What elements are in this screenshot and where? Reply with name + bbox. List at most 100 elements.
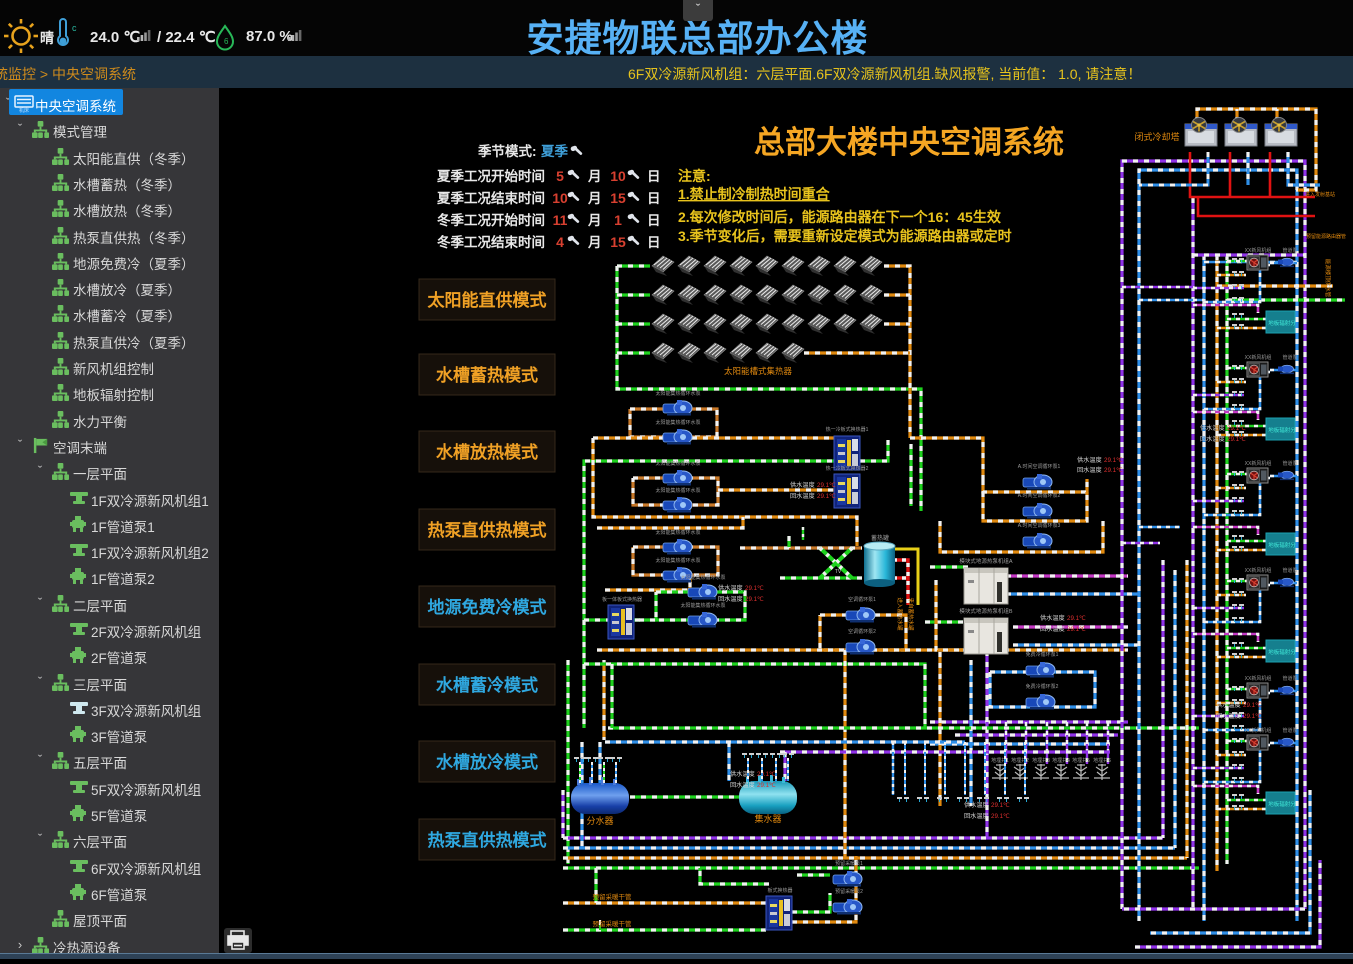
svg-text:夏季工况开始时间: 夏季工况开始时间 [436,168,545,184]
svg-text:29.1℃: 29.1℃ [991,813,1010,820]
svg-text:管道泵: 管道泵 [1282,247,1297,254]
svg-text:XX新风机组: XX新风机组 [1245,247,1272,254]
svg-text:地埋井1: 地埋井1 [991,757,1009,764]
svg-text:地板辐射分: 地板辐射分 [1268,648,1296,656]
svg-text:太阳能集热循环水泵: 太阳能集热循环水泵 [655,529,700,536]
svg-text:来自蓄热水罐: 来自蓄热水罐 [907,597,915,631]
svg-text:供水温度: 供水温度 [718,584,743,592]
svg-text:29.1℃: 29.1℃ [817,482,836,489]
svg-text:季节模式:: 季节模式: [477,143,537,159]
svg-text:模块式地源热泵机组B: 模块式地源热泵机组B [959,607,1013,615]
svg-text:太阳能集热循环水泵: 太阳能集热循环水泵 [655,460,700,467]
svg-text:空调循环泵1: 空调循环泵1 [848,596,876,603]
svg-text:29.1℃: 29.1℃ [1227,436,1246,443]
svg-text:2.每次修改时间后，能源路由器在下一个16：45生效: 2.每次修改时间后，能源路由器在下一个16：45生效 [678,209,1002,225]
svg-text:太阳能集热循环水泵: 太阳能集热循环水泵 [680,574,725,581]
svg-text:29.1℃: 29.1℃ [817,493,836,500]
svg-text:A.时间空调循环泵3: A.时间空调循环泵3 [1018,522,1061,529]
svg-text:月: 月 [587,169,602,184]
svg-text:XX新风机组: XX新风机组 [1245,727,1272,734]
svg-text:总部大楼中央空调系统: 总部大楼中央空调系统 [754,125,1064,160]
svg-text:供水温度: 供水温度 [1216,701,1241,709]
svg-text:管道泵: 管道泵 [1282,727,1297,734]
svg-text:TV: TV [835,569,842,575]
svg-text:A.时间空调循环泵2: A.时间空调循环泵2 [1018,492,1061,499]
svg-text:预留采暖泵2: 预留采暖泵2 [835,888,863,895]
svg-text:回水温度: 回水温度 [1200,435,1225,443]
svg-text:29.1℃: 29.1℃ [1243,713,1262,720]
svg-text:11: 11 [553,212,568,228]
svg-text:管道泵: 管道泵 [1282,675,1297,682]
svg-text:29.1℃: 29.1℃ [991,802,1010,809]
svg-text:1.禁止制冷制热时间重合: 1.禁止制冷制热时间重合 [678,186,831,202]
svg-text:地埋井4: 地埋井4 [1052,757,1070,764]
svg-text:管道泵: 管道泵 [1282,354,1297,361]
svg-text:预留采暖干管: 预留采暖干管 [593,919,633,928]
svg-text:太阳能集热循环水泵: 太阳能集热循环水泵 [655,557,700,564]
svg-text:水槽蓄热模式: 水槽蓄热模式 [436,365,538,385]
svg-text:A.时间空调循环泵1: A.时间空调循环泵1 [1018,463,1061,470]
svg-text:板式换热器: 板式换热器 [767,887,792,894]
svg-text:日: 日 [647,191,661,206]
svg-text:太阳能槽式集热器: 太阳能槽式集热器 [724,366,793,376]
svg-text:29.1℃: 29.1℃ [1243,702,1262,709]
svg-text:地埋井5: 地埋井5 [1072,757,1090,764]
svg-text:回水温度: 回水温度 [730,781,755,789]
svg-text:水槽放热模式: 水槽放热模式 [436,442,538,462]
svg-text:15: 15 [610,234,626,250]
svg-text:29.1℃: 29.1℃ [1104,467,1123,474]
svg-text:水槽蓄冷模式: 水槽蓄冷模式 [436,675,538,695]
svg-text:地埋井6: 地埋井6 [1093,757,1111,764]
svg-text:回水温度: 回水温度 [1077,466,1102,474]
svg-text:地埋井2: 地埋井2 [1011,757,1029,764]
svg-text:29.1℃: 29.1℃ [1104,457,1123,464]
svg-text:4: 4 [556,234,564,250]
svg-text:29.1℃: 29.1℃ [1067,615,1086,622]
svg-text:XX新风机组: XX新风机组 [1245,675,1272,682]
svg-text:管道泵: 管道泵 [1282,567,1297,574]
svg-text:10: 10 [610,168,626,184]
svg-text:预留采暖干管: 预留采暖干管 [593,892,633,901]
svg-text:太阳能集热循环水泵: 太阳能集热循环水泵 [680,602,725,609]
svg-text:进入发射基站: 进入发射基站 [1305,191,1335,198]
svg-text:能源楼顶供水管: 能源楼顶供水管 [1324,259,1332,298]
svg-text:月: 月 [587,191,602,206]
svg-text:日: 日 [647,235,661,250]
svg-text:集水器: 集水器 [754,813,781,824]
svg-text:地埋井3: 地埋井3 [1032,757,1050,764]
svg-text:回水温度: 回水温度 [1216,712,1241,720]
svg-text:供水温度: 供水温度 [790,481,815,489]
svg-text:机床: 机床 [19,107,29,113]
svg-text:回水温度: 回水温度 [790,492,815,500]
svg-text:地板辐射分: 地板辐射分 [1268,319,1296,327]
svg-text:29.1℃: 29.1℃ [1067,626,1086,633]
svg-text:热泵直供热模式: 热泵直供热模式 [428,520,547,540]
svg-text:XX新风机组: XX新风机组 [1245,567,1272,574]
svg-text:夏季: 夏季 [540,143,569,159]
svg-text:热一冷板式换热器1: 热一冷板式换热器1 [826,426,869,433]
svg-text:1: 1 [614,212,622,228]
svg-text:太阳能集热循环水泵: 太阳能集热循环水泵 [655,390,700,397]
svg-text:闭式冷却塔: 闭式冷却塔 [1134,131,1179,142]
svg-text:供水温度: 供水温度 [1200,424,1225,432]
svg-text:地板辐射分: 地板辐射分 [1268,426,1296,434]
svg-text:蓄热罐: 蓄热罐 [871,534,889,542]
svg-text:注意:: 注意: [678,168,711,184]
svg-text:29.1℃: 29.1℃ [745,596,764,603]
svg-text:空调循环泵2: 空调循环泵2 [848,628,876,635]
svg-text:夏季工况结束时间: 夏季工况结束时间 [436,190,545,206]
svg-text:3.季节变化后，需要重新设定模式为能源路由器或定时: 3.季节变化后，需要重新设定模式为能源路由器或定时 [678,228,1012,244]
svg-text:太阳能集热循环水泵: 太阳能集热循环水泵 [655,487,700,494]
svg-text:XX新风机组: XX新风机组 [1245,460,1272,467]
svg-text:太阳能直供模式: 太阳能直供模式 [428,290,547,310]
svg-text:冬季工况开始时间: 冬季工况开始时间 [437,212,545,228]
svg-text:供水温度: 供水温度 [730,770,755,778]
svg-text:回水温度: 回水温度 [1040,625,1065,633]
svg-text:15: 15 [610,190,626,206]
svg-text:XX新风机组: XX新风机组 [1245,354,1272,361]
svg-text:水槽放冷模式: 水槽放冷模式 [436,752,538,772]
svg-text:29.1℃: 29.1℃ [757,782,776,789]
svg-text:地源免费冷模式: 地源免费冷模式 [428,597,547,617]
svg-text:29.1℃: 29.1℃ [745,585,764,592]
svg-text:板一体板式换热器: 板一体板式换热器 [602,596,642,603]
